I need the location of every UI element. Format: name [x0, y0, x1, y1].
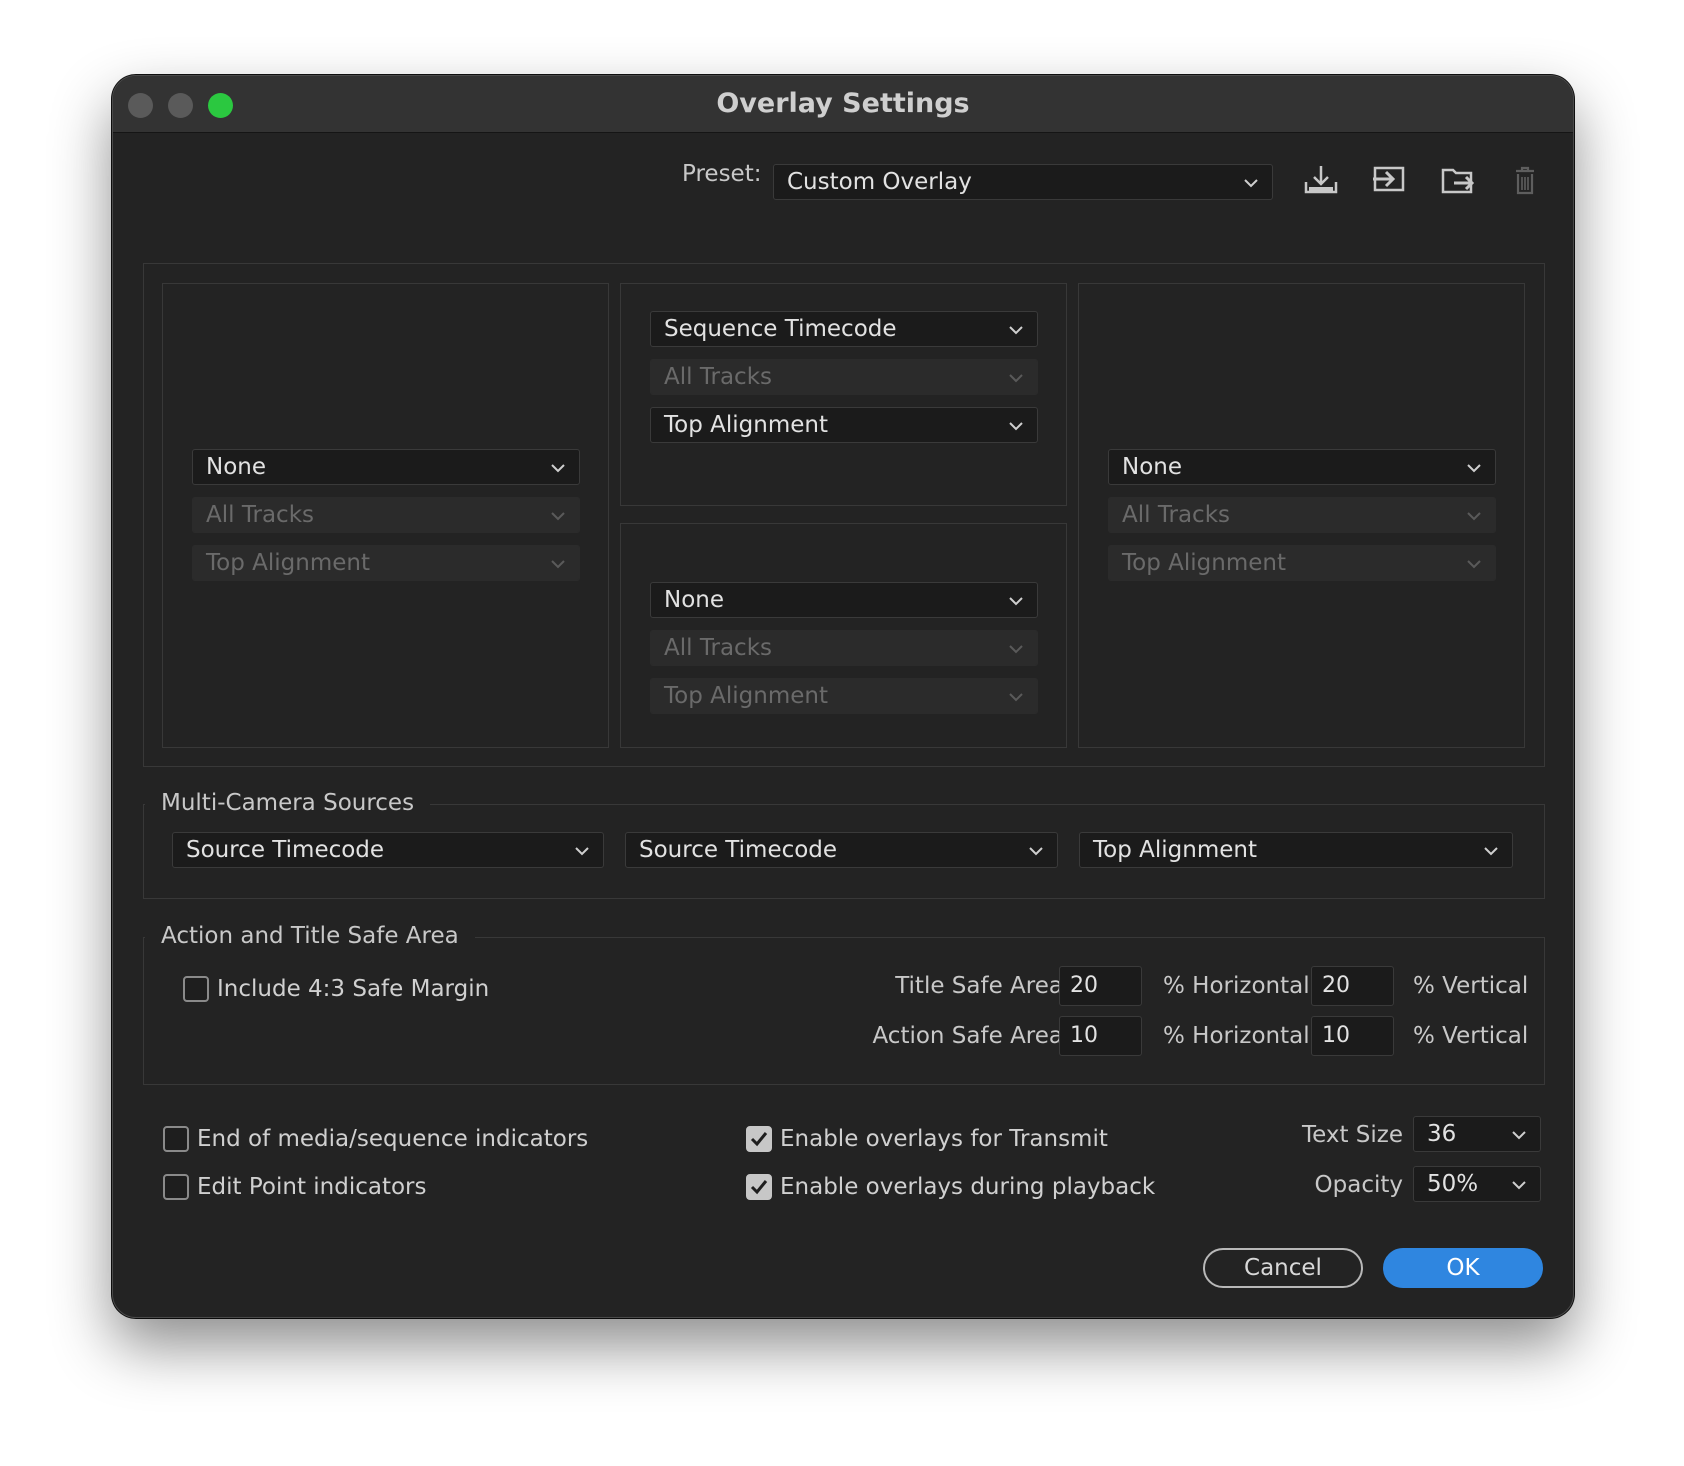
chevron-down-icon: [1007, 592, 1025, 610]
overlay-settings-dialog: Overlay Settings Preset: Custom Overlay …: [112, 75, 1574, 1318]
multicam-select-3[interactable]: Top Alignment: [1079, 832, 1513, 868]
cancel-button[interactable]: Cancel: [1203, 1248, 1363, 1288]
top-center-alignment-select[interactable]: Top Alignment: [650, 407, 1038, 443]
chevron-down-icon: [1482, 842, 1500, 860]
left-alignment-value: Top Alignment: [206, 550, 370, 576]
multicam-select-3-value: Top Alignment: [1093, 837, 1257, 863]
multicam-select-1[interactable]: Source Timecode: [172, 832, 604, 868]
end-of-media-label: End of media/sequence indicators: [197, 1126, 589, 1152]
chevron-down-icon: [1510, 1126, 1528, 1144]
title-horizontal-label: % Horizontal: [1163, 973, 1310, 999]
chevron-down-icon: [1027, 842, 1045, 860]
preset-select[interactable]: Custom Overlay: [773, 164, 1273, 200]
top-center-alignment-value: Top Alignment: [664, 412, 828, 438]
action-safe-vertical-input[interactable]: 10: [1311, 1016, 1394, 1056]
bottom-center-source-value: None: [664, 587, 725, 613]
enable-transmit-checkbox[interactable]: [746, 1126, 772, 1152]
safe-area-title: Action and Title Safe Area: [145, 923, 475, 949]
right-tracks-value: All Tracks: [1122, 502, 1230, 528]
right-alignment-value: Top Alignment: [1122, 550, 1286, 576]
right-tracks-select[interactable]: All Tracks: [1108, 497, 1496, 533]
top-center-source-select[interactable]: Sequence Timecode: [650, 311, 1038, 347]
chevron-down-icon: [1510, 1176, 1528, 1194]
bottom-center-tracks-value: All Tracks: [664, 635, 772, 661]
chevron-down-icon: [549, 507, 567, 525]
edit-point-label: Edit Point indicators: [197, 1174, 427, 1200]
safe-area-group: [143, 937, 1545, 1085]
chevron-down-icon: [1007, 688, 1025, 706]
chevron-down-icon: [1007, 640, 1025, 658]
ok-button[interactable]: OK: [1383, 1248, 1543, 1288]
chevron-down-icon: [549, 555, 567, 573]
opacity-label: Opacity: [1314, 1172, 1403, 1198]
left-source-select[interactable]: None: [192, 449, 580, 485]
title-safe-horizontal-input[interactable]: 20: [1059, 966, 1142, 1006]
save-preset-icon[interactable]: [1438, 162, 1478, 198]
right-source-select[interactable]: None: [1108, 449, 1496, 485]
chevron-down-icon: [1007, 369, 1025, 387]
chevron-down-icon: [1465, 459, 1483, 477]
title-bar: Overlay Settings: [113, 76, 1573, 133]
title-safe-vertical-input[interactable]: 20: [1311, 966, 1394, 1006]
import-preset-icon[interactable]: [1301, 162, 1341, 198]
right-overlay-panel: None All Tracks Top Alignment: [1078, 283, 1525, 748]
bottom-center-overlay-panel: None All Tracks Top Alignment: [620, 523, 1067, 748]
multicam-title: Multi-Camera Sources: [145, 790, 431, 816]
end-of-media-checkbox[interactable]: [163, 1126, 189, 1152]
chevron-down-icon: [1007, 417, 1025, 435]
chevron-down-icon: [1465, 555, 1483, 573]
delete-preset-icon[interactable]: [1505, 162, 1545, 198]
edit-point-checkbox[interactable]: [163, 1174, 189, 1200]
top-center-tracks-value: All Tracks: [664, 364, 772, 390]
chevron-down-icon: [1465, 507, 1483, 525]
bottom-center-tracks-select[interactable]: All Tracks: [650, 630, 1038, 666]
multicam-select-1-value: Source Timecode: [186, 837, 385, 863]
window-title: Overlay Settings: [716, 88, 970, 119]
checkmark-icon: [750, 1180, 768, 1195]
opacity-select[interactable]: 50%: [1413, 1166, 1541, 1202]
enable-transmit-label: Enable overlays for Transmit: [780, 1126, 1108, 1152]
enable-playback-label: Enable overlays during playback: [780, 1174, 1156, 1200]
checkmark-icon: [750, 1132, 768, 1147]
top-center-tracks-select[interactable]: All Tracks: [650, 359, 1038, 395]
include-safe-margin-checkbox[interactable]: [183, 976, 209, 1002]
top-center-source-value: Sequence Timecode: [664, 316, 897, 342]
left-overlay-panel: None All Tracks Top Alignment: [162, 283, 609, 748]
bottom-center-alignment-select[interactable]: Top Alignment: [650, 678, 1038, 714]
include-safe-margin-label: Include 4:3 Safe Margin: [217, 976, 490, 1002]
left-source-value: None: [206, 454, 267, 480]
action-safe-horizontal-input[interactable]: 10: [1059, 1016, 1142, 1056]
title-safe-label: Title Safe Area: [895, 973, 1063, 999]
bottom-center-alignment-value: Top Alignment: [664, 683, 828, 709]
right-alignment-select[interactable]: Top Alignment: [1108, 545, 1496, 581]
text-size-value: 36: [1427, 1121, 1457, 1147]
text-size-select[interactable]: 36: [1413, 1116, 1541, 1152]
opacity-value: 50%: [1427, 1171, 1479, 1197]
text-size-label: Text Size: [1301, 1122, 1403, 1148]
enable-playback-checkbox[interactable]: [746, 1174, 772, 1200]
multicam-select-2-value: Source Timecode: [639, 837, 838, 863]
chevron-down-icon: [1242, 174, 1260, 192]
action-vertical-label: % Vertical: [1413, 1023, 1529, 1049]
top-center-overlay-panel: Sequence Timecode All Tracks Top Alignme…: [620, 283, 1067, 506]
preset-select-value: Custom Overlay: [787, 169, 972, 195]
action-safe-label: Action Safe Area: [872, 1023, 1063, 1049]
bottom-center-source-select[interactable]: None: [650, 582, 1038, 618]
multicam-select-2[interactable]: Source Timecode: [625, 832, 1058, 868]
left-alignment-select[interactable]: Top Alignment: [192, 545, 580, 581]
chevron-down-icon: [549, 459, 567, 477]
action-horizontal-label: % Horizontal: [1163, 1023, 1310, 1049]
export-preset-icon[interactable]: [1369, 162, 1409, 198]
preset-label: Preset:: [682, 161, 762, 187]
title-vertical-label: % Vertical: [1413, 973, 1529, 999]
left-tracks-value: All Tracks: [206, 502, 314, 528]
chevron-down-icon: [1007, 321, 1025, 339]
right-source-value: None: [1122, 454, 1183, 480]
chevron-down-icon: [573, 842, 591, 860]
left-tracks-select[interactable]: All Tracks: [192, 497, 580, 533]
